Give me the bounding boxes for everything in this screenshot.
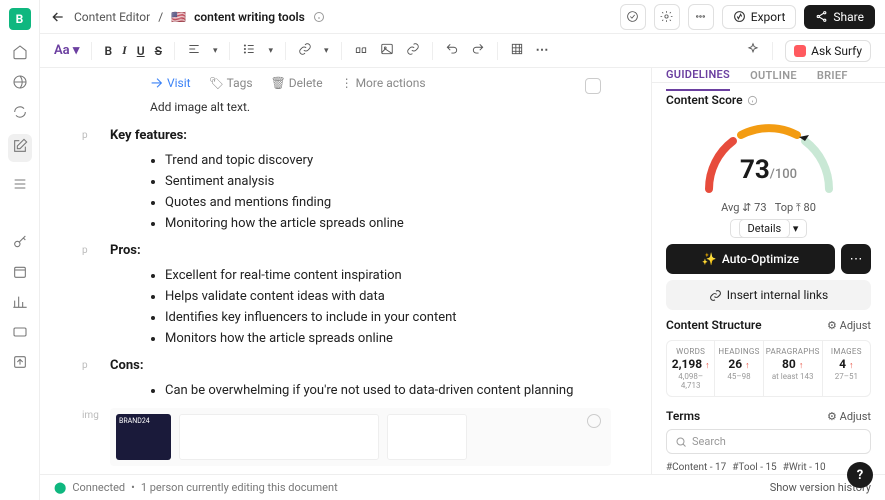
editor-nav-icon[interactable] xyxy=(8,134,32,162)
list-item[interactable]: Trend and topic discovery xyxy=(165,153,611,168)
ai-icon[interactable] xyxy=(746,42,760,60)
check-icon[interactable] xyxy=(620,4,646,30)
editor-canvas[interactable]: Visit 🏷 Tags 🗑 Delete ⋮ More actions Add… xyxy=(40,68,651,474)
breadcrumb-parent[interactable]: Content Editor xyxy=(74,10,150,24)
connection-status: Connected xyxy=(72,481,125,494)
more-actions[interactable]: ⋮ More actions xyxy=(341,76,426,90)
heading-pros[interactable]: Pros: xyxy=(110,243,141,258)
gear-icon[interactable] xyxy=(654,4,680,30)
content-score-label: Content Score xyxy=(666,93,871,107)
export-button[interactable]: Export xyxy=(722,5,797,29)
refresh-icon[interactable] xyxy=(12,104,28,120)
ask-surfy-button[interactable]: Ask Surfy xyxy=(785,40,871,62)
auto-optimize-button[interactable]: ✨ Auto-Optimize xyxy=(666,244,835,274)
left-rail: B xyxy=(0,0,40,500)
connection-icon: ⬤ xyxy=(54,481,66,494)
list-item[interactable]: Identifies key influencers to include in… xyxy=(165,310,611,325)
list-icon[interactable] xyxy=(12,176,28,192)
globe-icon[interactable] xyxy=(12,74,28,90)
share-button[interactable]: Share xyxy=(804,5,875,29)
key-icon[interactable] xyxy=(12,234,28,250)
list-item[interactable]: Excellent for real-time content inspirat… xyxy=(165,268,611,283)
italic-button[interactable]: I xyxy=(122,43,127,58)
link2-button[interactable] xyxy=(406,42,420,60)
card-icon[interactable] xyxy=(12,324,28,340)
chip-tool[interactable]: #Tool - 15 xyxy=(732,462,776,473)
tab-outline[interactable]: OUTLINE xyxy=(750,69,797,82)
terms-label: Terms xyxy=(666,409,700,423)
score-benchmarks: Avg ⇵ 73 Top ⤒ 80 xyxy=(666,201,871,215)
redo-button[interactable] xyxy=(471,42,485,60)
metrics-grid: WORDS2,198 ↑4,098–4,713 HEADINGS26 ↑45–9… xyxy=(666,340,871,397)
flag-icon: 🇺🇸 xyxy=(171,10,186,24)
topbar: Content Editor / 🇺🇸 content writing tool… xyxy=(40,0,885,34)
export-nav-icon[interactable] xyxy=(12,354,28,370)
image-button[interactable] xyxy=(380,42,394,60)
more-tools-icon[interactable]: ⋯ xyxy=(536,43,549,58)
bold-button[interactable]: B xyxy=(104,44,112,58)
list-item[interactable]: Monitoring how the article spreads onlin… xyxy=(165,216,611,231)
adjust-terms[interactable]: ⚙ Adjust xyxy=(827,410,871,423)
align-button[interactable] xyxy=(187,42,201,60)
insert-links-button[interactable]: Insert internal links xyxy=(666,280,871,310)
help-button[interactable]: ? xyxy=(847,462,873,488)
text-style[interactable]: Aa ▾ xyxy=(54,43,79,58)
status-bar: ⬤ Connected • 1 person currently editing… xyxy=(40,474,885,500)
more-icon[interactable] xyxy=(688,4,714,30)
alt-text-prompt[interactable]: Add image alt text. xyxy=(150,100,611,114)
score-gauge: 73/100 xyxy=(666,113,871,199)
chip-content[interactable]: #Content - 17 xyxy=(666,462,726,473)
list-item[interactable]: Helps validate content ideas with data xyxy=(165,289,611,304)
list-item[interactable]: Can be overwhelming if you're not used t… xyxy=(165,383,611,398)
list-item[interactable]: Sentiment analysis xyxy=(165,174,611,189)
toolbar: Aa ▾ B I U S ▾ ▾ ▾ xyxy=(40,34,885,68)
list-item[interactable]: Quotes and mentions finding xyxy=(165,195,611,210)
image-placeholder[interactable]: BRAND24 xyxy=(110,408,611,466)
back-icon[interactable] xyxy=(50,9,66,25)
list-item[interactable]: Monitors how the article spreads online xyxy=(165,331,611,346)
editing-status: 1 person currently editing this document xyxy=(141,481,338,494)
table-button[interactable] xyxy=(510,42,524,60)
tab-brief[interactable]: BRIEF xyxy=(817,69,848,82)
structure-label: Content Structure xyxy=(666,318,762,332)
heading-key-features[interactable]: Key features: xyxy=(110,128,187,143)
calendar-icon[interactable] xyxy=(12,264,28,280)
link-button[interactable] xyxy=(298,42,312,60)
terms-search[interactable]: Search xyxy=(666,429,871,454)
chart-icon[interactable] xyxy=(12,294,28,310)
optimize-more-button[interactable]: ⋯ xyxy=(841,244,871,274)
sidebar: GUIDELINES OUTLINE BRIEF Content Score 7… xyxy=(651,68,885,474)
tags-action[interactable]: 🏷 Tags xyxy=(209,76,253,90)
underline-button[interactable]: U xyxy=(137,44,145,58)
heading-cons[interactable]: Cons: xyxy=(110,358,143,373)
delete-action[interactable]: 🗑 Delete xyxy=(271,76,323,90)
block-toolbar: Visit 🏷 Tags 🗑 Delete ⋮ More actions xyxy=(150,76,611,90)
details-button[interactable]: Details ▾ xyxy=(730,219,808,238)
info-icon[interactable] xyxy=(313,11,325,23)
workspace-badge[interactable]: B xyxy=(9,8,31,30)
adjust-structure[interactable]: ⚙ Adjust xyxy=(827,319,871,332)
home-icon[interactable] xyxy=(12,44,28,60)
undo-button[interactable] xyxy=(445,42,459,60)
quote-button[interactable] xyxy=(354,42,368,60)
page-title: content writing tools xyxy=(194,10,305,24)
chip-writ[interactable]: #Writ - 10 xyxy=(783,462,826,473)
list-button[interactable] xyxy=(242,42,256,60)
visit-link[interactable]: Visit xyxy=(150,76,191,90)
task-checkbox[interactable] xyxy=(585,78,601,94)
strike-button[interactable]: S xyxy=(155,44,162,58)
